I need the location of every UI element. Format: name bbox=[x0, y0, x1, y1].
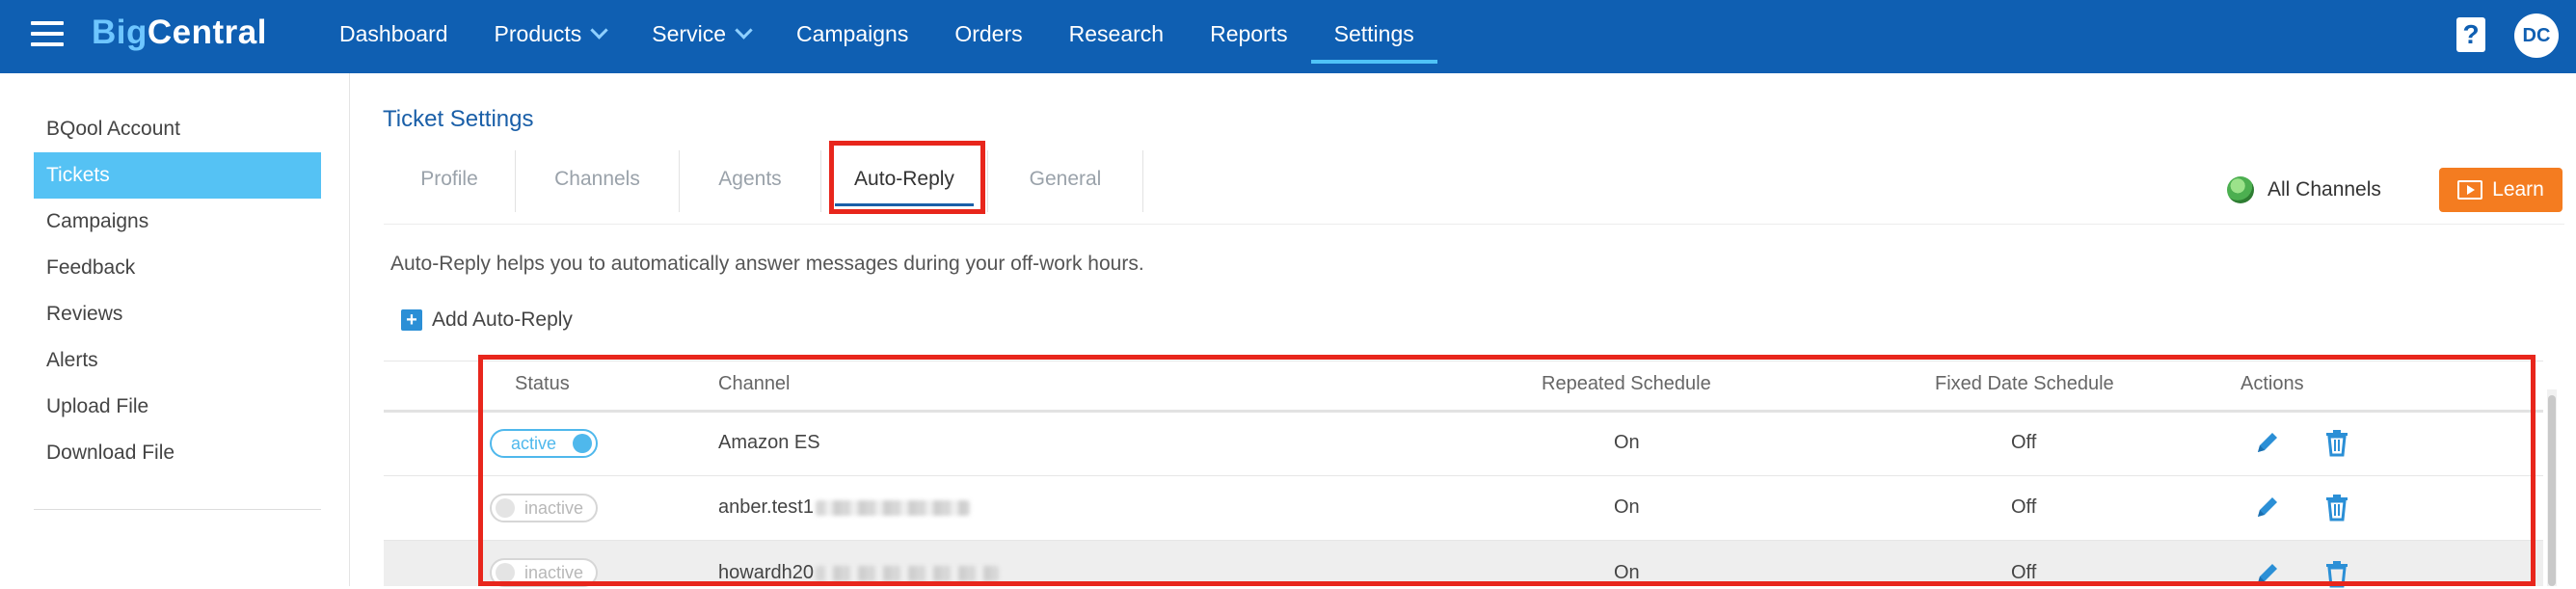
app-logo[interactable]: BigCentral bbox=[92, 13, 267, 52]
sidebar-item-feedback[interactable]: Feedback bbox=[34, 245, 321, 291]
edit-icon[interactable] bbox=[2254, 429, 2281, 458]
auto-reply-description: Auto-Reply helps you to automatically an… bbox=[390, 253, 1144, 275]
nav-products[interactable]: Products bbox=[471, 0, 630, 73]
toggle-knob bbox=[496, 563, 515, 582]
fixed-date-schedule-value: Off bbox=[2011, 562, 2037, 583]
chevron-down-icon bbox=[735, 21, 753, 40]
trash-icon[interactable] bbox=[2323, 493, 2350, 522]
help-icon[interactable]: ? bbox=[2456, 17, 2485, 52]
channel-name: howardh20 bbox=[718, 562, 999, 584]
trash-icon[interactable] bbox=[2323, 559, 2350, 588]
redacted-text bbox=[815, 499, 970, 516]
nav-orders[interactable]: Orders bbox=[931, 0, 1045, 73]
main-nav: Dashboard Products Service Campaigns Ord… bbox=[316, 0, 1437, 73]
page-title: Ticket Settings bbox=[383, 106, 534, 132]
status-toggle[interactable]: inactive bbox=[490, 494, 598, 522]
channel-name: anber.test1 bbox=[718, 496, 970, 519]
column-header-status[interactable]: Status bbox=[515, 373, 570, 395]
video-play-icon bbox=[2457, 180, 2483, 200]
edit-icon[interactable] bbox=[2254, 560, 2281, 589]
status-toggle[interactable]: active bbox=[490, 429, 598, 458]
table-row: inactive howardh20 On Off bbox=[384, 541, 2543, 589]
tab-auto-reply[interactable]: Auto-Reply bbox=[821, 150, 987, 212]
repeated-schedule-value: On bbox=[1614, 496, 1640, 518]
fixed-date-schedule-value: Off bbox=[2011, 496, 2037, 518]
sidebar-divider bbox=[34, 509, 321, 510]
learn-button[interactable]: Learn bbox=[2439, 168, 2563, 212]
menu-icon[interactable] bbox=[31, 21, 64, 48]
column-header-channel[interactable]: Channel bbox=[718, 373, 791, 395]
scrollbar-thumb[interactable] bbox=[2548, 395, 2556, 586]
column-header-actions: Actions bbox=[2241, 373, 2304, 394]
column-header-repeated-schedule[interactable]: Repeated Schedule bbox=[1542, 373, 1711, 395]
tab-divider bbox=[1142, 150, 1143, 212]
tab-general[interactable]: General bbox=[988, 150, 1142, 212]
sidebar-item-download-file[interactable]: Download File bbox=[34, 430, 321, 476]
redacted-text bbox=[815, 565, 999, 581]
user-avatar[interactable]: DC bbox=[2514, 13, 2559, 58]
nav-research[interactable]: Research bbox=[1046, 0, 1187, 73]
settings-sidebar: BQool Account Tickets Campaigns Feedback… bbox=[0, 73, 350, 586]
repeated-schedule-value: On bbox=[1614, 432, 1640, 453]
channel-name: Amazon ES bbox=[718, 432, 820, 453]
chevron-down-icon bbox=[590, 21, 608, 40]
top-navigation-bar: BigCentral Dashboard Products Service Ca… bbox=[0, 0, 2576, 73]
nav-settings[interactable]: Settings bbox=[1310, 0, 1437, 73]
tab-agents[interactable]: Agents bbox=[680, 150, 820, 212]
auto-reply-table: Status Channel Repeated Schedule Fixed D… bbox=[384, 361, 2543, 589]
nav-dashboard[interactable]: Dashboard bbox=[316, 0, 471, 73]
trash-icon[interactable] bbox=[2323, 428, 2350, 457]
sidebar-item-bqool-account[interactable]: BQool Account bbox=[34, 106, 321, 152]
table-row: active Amazon ES On Off bbox=[384, 412, 2543, 476]
tab-channels[interactable]: Channels bbox=[516, 150, 679, 212]
column-header-fixed-date-schedule[interactable]: Fixed Date Schedule bbox=[1935, 373, 2114, 395]
table-header: Status Channel Repeated Schedule Fixed D… bbox=[384, 361, 2543, 413]
sidebar-item-campaigns[interactable]: Campaigns bbox=[34, 199, 321, 245]
repeated-schedule-value: On bbox=[1614, 562, 1640, 583]
nav-reports[interactable]: Reports bbox=[1187, 0, 1311, 73]
tabs-underline bbox=[384, 224, 2564, 225]
tab-profile[interactable]: Profile bbox=[384, 150, 515, 212]
sidebar-item-upload-file[interactable]: Upload File bbox=[34, 384, 321, 430]
toggle-knob bbox=[496, 498, 515, 518]
edit-icon[interactable] bbox=[2254, 494, 2281, 522]
sidebar-item-reviews[interactable]: Reviews bbox=[34, 291, 321, 337]
sidebar-item-tickets[interactable]: Tickets bbox=[34, 152, 321, 199]
toggle-knob bbox=[573, 434, 592, 453]
nav-service[interactable]: Service bbox=[629, 0, 773, 73]
globe-icon bbox=[2227, 176, 2254, 203]
channel-filter[interactable]: All Channels bbox=[2227, 174, 2381, 206]
sidebar-item-alerts[interactable]: Alerts bbox=[34, 337, 321, 384]
plus-icon: + bbox=[401, 309, 422, 331]
fixed-date-schedule-value: Off bbox=[2011, 432, 2037, 453]
status-toggle[interactable]: inactive bbox=[490, 558, 598, 587]
table-row: inactive anber.test1 On Off bbox=[384, 476, 2543, 541]
add-auto-reply-button[interactable]: + Add Auto-Reply bbox=[401, 308, 573, 332]
nav-campaigns[interactable]: Campaigns bbox=[773, 0, 931, 73]
